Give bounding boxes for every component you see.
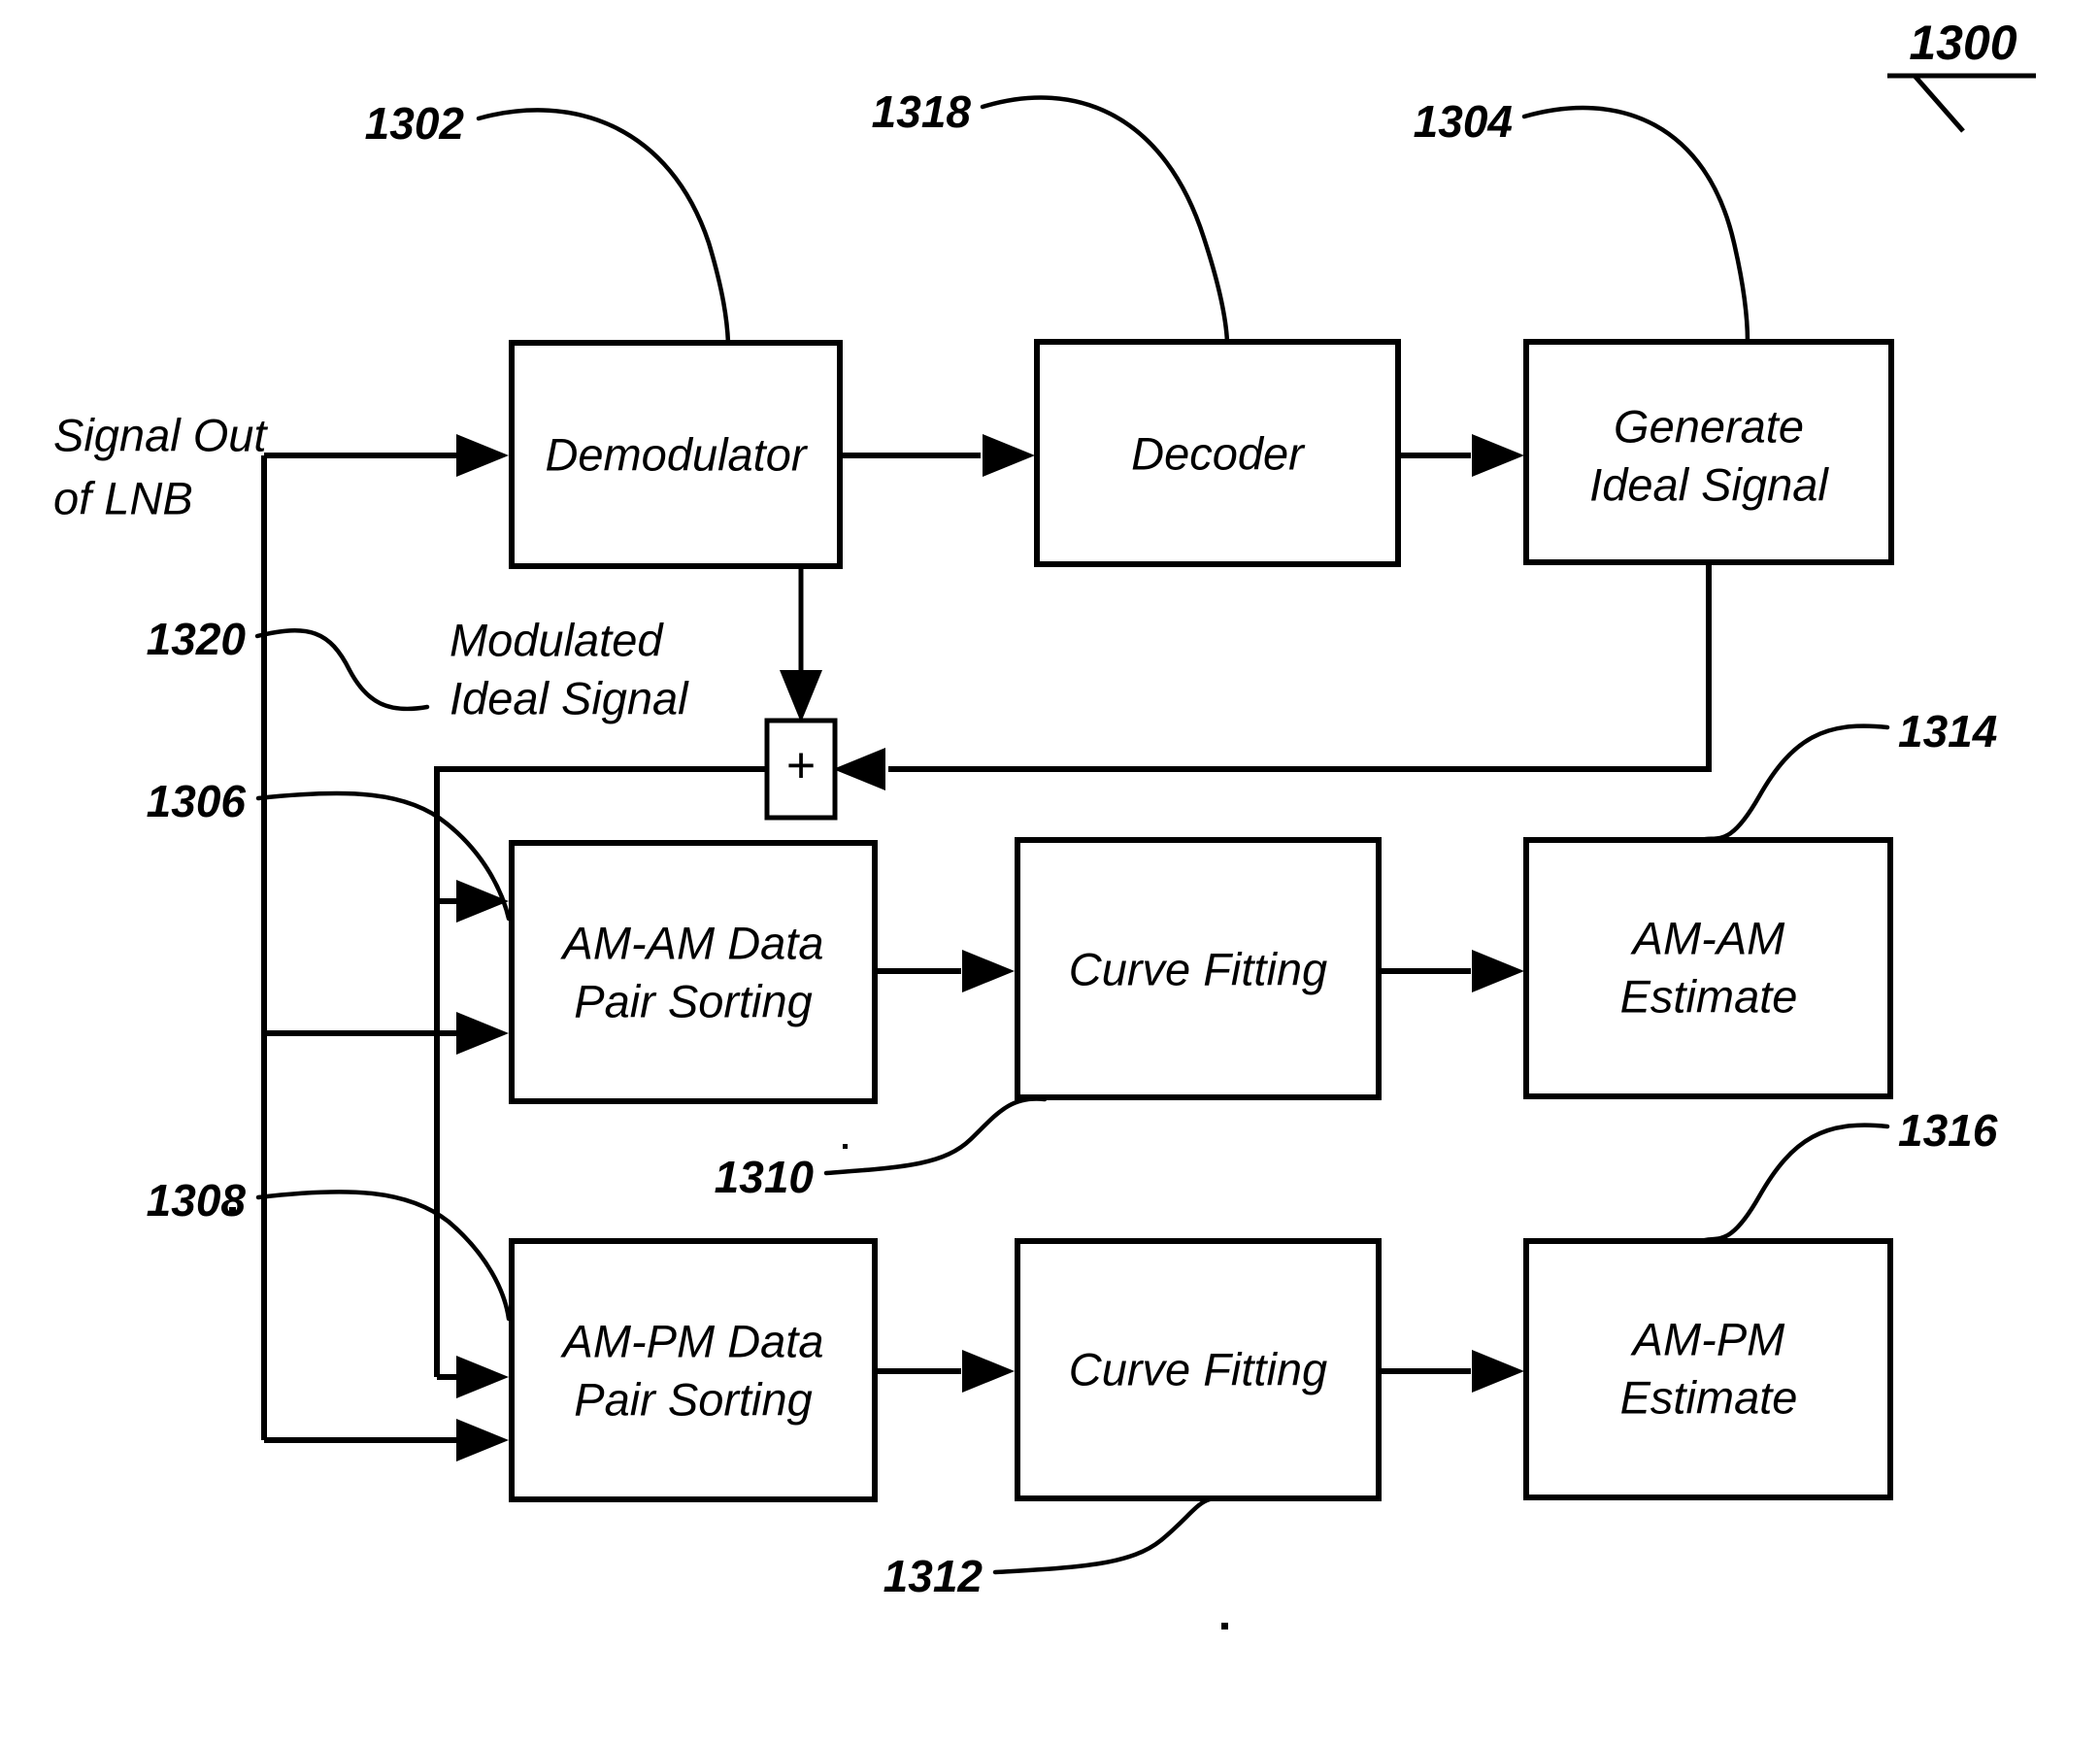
signal-input-label-line2: of LNB [53,472,193,523]
reference-numeral-1310-text: 1310 [715,1152,815,1202]
reference-leader-1302: 1302 [365,98,731,346]
arrowhead-icon [456,1012,509,1055]
reference-numeral-1314-text: 1314 [1898,706,1997,756]
reference-leader-1320: 1320 [147,614,430,712]
reference-leader-1318: 1318 [872,86,1230,345]
wire-demodulator-to-sum [780,566,822,722]
arrowhead-icon [1472,950,1524,992]
arrowhead-icon [962,950,1015,992]
arrowhead-icon [456,880,509,923]
reference-numeral-1316-text: 1316 [1898,1105,1998,1156]
block-am-pm-estimate-label-line2: Estimate [1620,1371,1798,1423]
wire-am-am-sorting-to-curve [875,950,1015,992]
reference-leader-1306: 1306 [147,776,512,922]
reference-leader-1310: 1310 [715,1096,1048,1202]
figure-number-group: 1300 [1887,16,2036,133]
reference-numeral-1302-text: 1302 [365,98,465,149]
reference-leader-1314: 1314 [1698,706,1997,843]
scan-speck [843,1144,848,1149]
reference-numeral-1308-text: 1308 [147,1175,247,1226]
arrowhead-icon [780,670,822,722]
modulated-ideal-signal-label-line1: Modulated [450,614,664,665]
block-am-pm-data-pair-sorting-label-line1: AM-PM Data [560,1315,824,1366]
block-generate-ideal-signal[interactable]: Generate Ideal Signal [1523,339,1894,565]
arrowhead-icon [1472,434,1524,477]
block-am-pm-data-pair-sorting[interactable]: AM-PM Data Pair Sorting [509,1238,878,1502]
reference-leader-1312: 1312 [883,1496,1213,1601]
block-am-am-estimate-label-line1: AM-AM [1630,912,1786,963]
block-generate-ideal-signal-label-line2: Ideal Signal [1589,458,1829,510]
block-decoder-label: Decoder [1131,427,1306,479]
signal-input-label-line1: Signal Out [53,409,268,460]
block-am-am-data-pair-sorting[interactable]: AM-AM Data Pair Sorting [509,840,878,1104]
block-am-am-curve-fitting-label: Curve Fitting [1069,943,1327,994]
arrowhead-icon [983,434,1035,477]
block-am-am-curve-fitting[interactable]: Curve Fitting [1015,837,1382,1100]
wire-decoder-to-generate [1398,434,1524,477]
scan-speck [229,1207,236,1214]
block-am-pm-curve-fitting[interactable]: Curve Fitting [1015,1238,1382,1501]
arrowhead-icon [833,748,885,790]
wire-sum-to-am-pm [437,1356,509,1398]
wire-am-pm-curve-to-estimate [1379,1350,1524,1393]
wire-input-tap-vertical [261,453,333,1440]
wire-am-am-curve-to-estimate [1379,950,1524,992]
block-diagram-canvas: Demodulator Decoder Generate Ideal Signa… [53,16,2036,1629]
block-am-pm-estimate[interactable]: AM-PM Estimate [1523,1238,1893,1500]
reference-numeral-1312-text: 1312 [883,1551,983,1601]
block-generate-ideal-signal-label-line1: Generate [1614,400,1804,452]
reference-leader-1308: 1308 [147,1175,512,1322]
wire-input-to-am-am [264,1012,509,1055]
block-decoder[interactable]: Decoder [1034,339,1401,567]
block-am-am-data-pair-sorting-label-line2: Pair Sorting [574,975,813,1026]
summing-node[interactable]: + [764,718,838,821]
block-am-pm-curve-fitting-label: Curve Fitting [1069,1343,1327,1394]
wire-input-to-demodulator [330,434,509,477]
figure-number-1300: 1300 [1909,16,2017,70]
wire-am-pm-sorting-to-curve [875,1350,1015,1393]
block-am-am-data-pair-sorting-label-line1: AM-AM Data [560,917,824,968]
arrowhead-icon [456,434,509,477]
arrowhead-icon [1472,1350,1524,1393]
modulated-ideal-signal-label-line2: Ideal Signal [450,672,689,723]
block-am-pm-estimate-label-line1: AM-PM [1630,1313,1786,1364]
block-am-am-estimate-label-line2: Estimate [1620,970,1798,1022]
reference-numeral-1304-text: 1304 [1414,96,1513,147]
reference-numeral-1320-text: 1320 [147,614,247,664]
summing-node-plus-symbol: + [786,738,816,794]
block-am-am-estimate[interactable]: AM-AM Estimate [1523,837,1893,1099]
reference-leader-1316: 1316 [1698,1105,1998,1244]
patent-figure-1300: Demodulator Decoder Generate Ideal Signa… [0,0,2100,1747]
scan-speck [1221,1623,1228,1629]
reference-leader-1304: 1304 [1414,96,1750,345]
reference-numeral-1318-text: 1318 [872,86,972,137]
wire-demodulator-to-decoder [840,434,1035,477]
block-demodulator-label: Demodulator [545,428,808,480]
arrowhead-icon [456,1419,509,1461]
figure-number-slash [1913,74,1965,133]
block-demodulator[interactable]: Demodulator [509,340,843,569]
wire-input-to-am-pm [264,1419,509,1461]
arrowhead-icon [962,1350,1015,1393]
block-am-pm-data-pair-sorting-label-line2: Pair Sorting [574,1373,813,1425]
arrowhead-icon [456,1356,509,1398]
wire-generate-to-sum [833,562,1712,790]
reference-numeral-1306-text: 1306 [147,776,247,826]
